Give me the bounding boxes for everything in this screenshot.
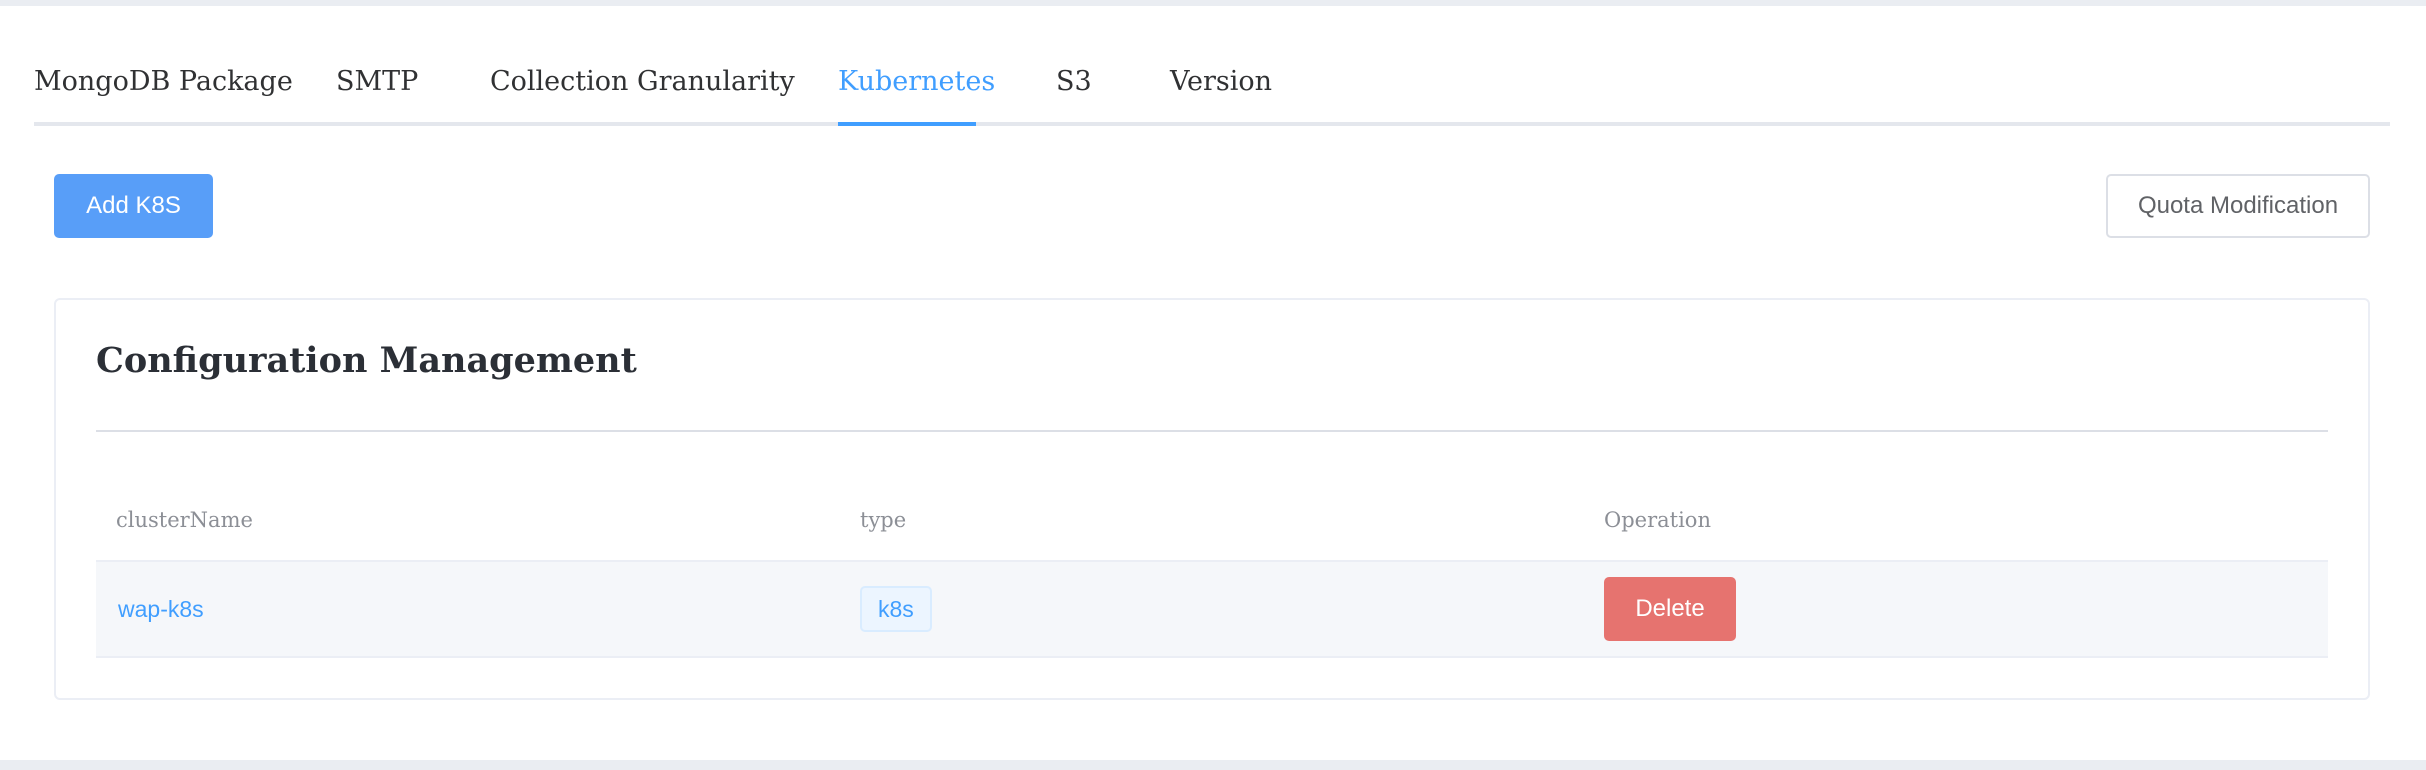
column-header-cluster-name: clusterName <box>116 508 253 532</box>
column-header-operation: Operation <box>1604 508 1711 532</box>
tab-version[interactable]: Version <box>1170 66 1272 97</box>
delete-button[interactable]: Delete <box>1604 577 1736 641</box>
tabs-divider <box>34 122 2390 126</box>
tab-collection-granularity[interactable]: Collection Granularity <box>490 66 795 97</box>
top-border <box>0 0 2426 6</box>
tab-s3[interactable]: S3 <box>1056 66 1092 97</box>
tab-smtp[interactable]: SMTP <box>336 66 418 97</box>
table-header: clusterName type Operation <box>96 498 2328 558</box>
quota-modification-button[interactable]: Quota Modification <box>2106 174 2370 238</box>
configuration-card: Configuration Management clusterName typ… <box>54 298 2370 700</box>
add-k8s-button[interactable]: Add K8S <box>54 174 213 238</box>
card-title: Configuration Management <box>96 340 637 381</box>
type-tag: k8s <box>860 586 932 632</box>
tab-mongodb-package[interactable]: MongoDB Package <box>34 66 293 97</box>
active-tab-indicator <box>838 122 976 126</box>
bottom-border <box>0 760 2426 770</box>
column-header-type: type <box>860 508 907 532</box>
settings-tabs: MongoDB Package SMTP Collection Granular… <box>34 58 2390 126</box>
card-divider <box>96 430 2328 432</box>
table-row: wap-k8s k8s Delete <box>96 560 2328 658</box>
cluster-name-link[interactable]: wap-k8s <box>118 596 204 623</box>
tab-kubernetes[interactable]: Kubernetes <box>838 66 995 97</box>
